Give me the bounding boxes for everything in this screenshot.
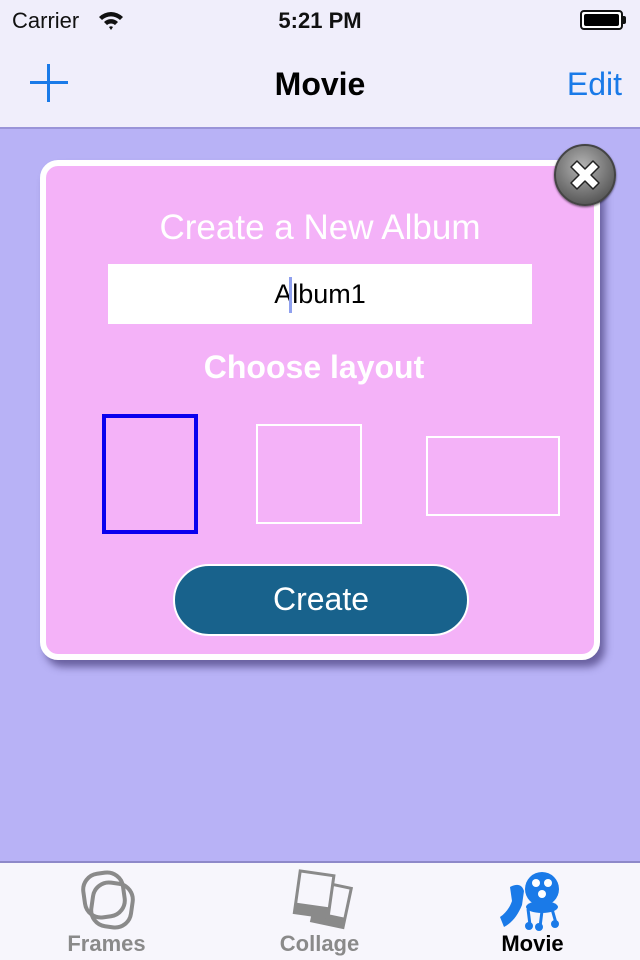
dialog-title: Create a New Album bbox=[159, 208, 481, 247]
battery-full-icon bbox=[580, 10, 626, 30]
collage-icon bbox=[292, 869, 353, 930]
frames-icon bbox=[80, 870, 135, 930]
layout-option-portrait[interactable] bbox=[102, 414, 198, 534]
choose-layout-label: Choose layout bbox=[203, 349, 425, 385]
status-bar: Carrier 5:21 PM bbox=[0, 0, 640, 40]
layout-option-landscape[interactable] bbox=[426, 436, 560, 516]
edit-button[interactable]: Edit bbox=[567, 66, 622, 103]
close-dialog-button[interactable] bbox=[554, 144, 616, 206]
tab-collage[interactable]: Collage bbox=[213, 863, 426, 960]
movie-reel-icon bbox=[499, 872, 559, 931]
tab-bar: Frames Collage Movie bbox=[0, 861, 640, 960]
tab-label: Movie bbox=[501, 931, 564, 956]
text-cursor bbox=[289, 277, 292, 313]
close-icon bbox=[570, 160, 600, 190]
layout-option-square[interactable] bbox=[256, 424, 362, 524]
album-name-input[interactable] bbox=[108, 264, 532, 324]
top-bar: Carrier 5:21 PM Movie Edit bbox=[0, 0, 640, 129]
create-button[interactable]: Create bbox=[173, 564, 469, 636]
tab-label: Collage bbox=[279, 931, 360, 956]
tab-movie[interactable]: Movie bbox=[426, 863, 639, 960]
tab-label: Frames bbox=[67, 931, 146, 956]
create-album-dialog: Create a New Album Choose layout Create bbox=[40, 160, 600, 660]
page-title: Movie bbox=[274, 66, 366, 102]
status-time: 5:21 PM bbox=[278, 8, 362, 33]
tab-frames[interactable]: Frames bbox=[0, 863, 213, 960]
